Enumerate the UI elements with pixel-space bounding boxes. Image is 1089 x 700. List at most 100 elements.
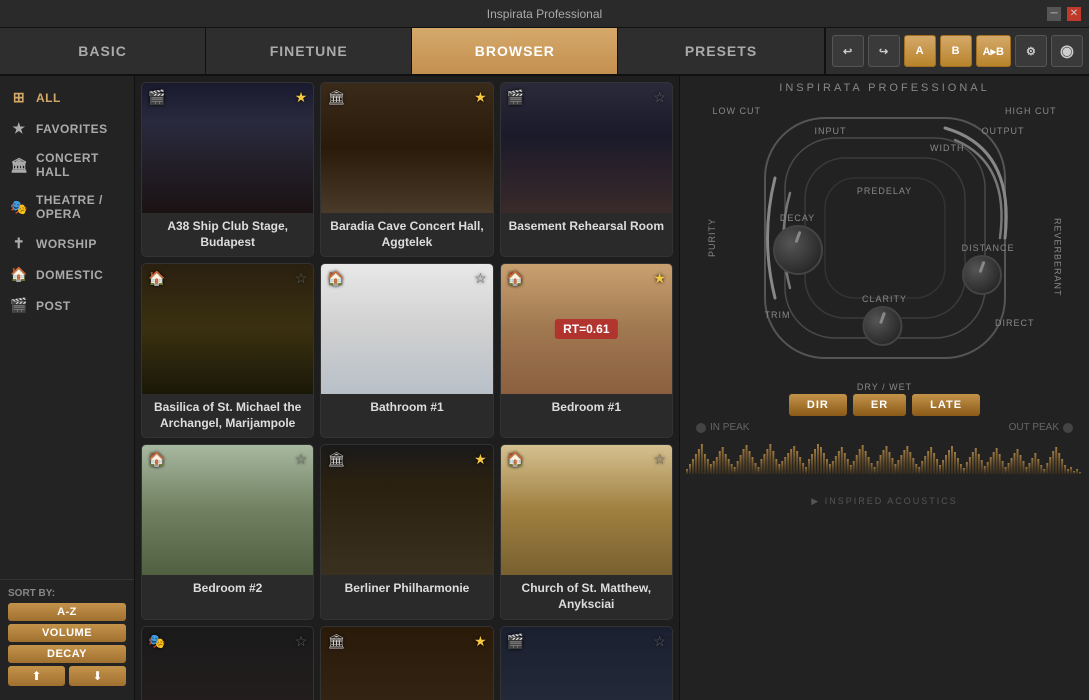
card-basilica-label: Basilica of St. Michael the Archangel, M… (142, 394, 313, 437)
card-basilica-image: 🏠 ☆ (142, 264, 313, 394)
card-bathroom[interactable]: 🏠 ☆ Bathroom #1 (320, 263, 493, 438)
card-bedroom1-favorite-icon[interactable]: ★ (653, 270, 666, 287)
tab-basic[interactable]: BASIC (0, 28, 206, 74)
card-bedroom1-image: 🏠 ★ RT=0.61 (501, 264, 672, 394)
tab-browser[interactable]: BROWSER (412, 28, 618, 74)
high-cut-label: HIGH CUT (1005, 106, 1057, 116)
distance-knob-area: DISTANCE (962, 243, 1015, 295)
card-bedroom1-label: Bedroom #1 (501, 394, 672, 422)
card-bottom3-favorite-icon[interactable]: ☆ (653, 633, 666, 650)
tab-bar: BASIC FINETUNE BROWSER PRESETS ↩ ↪ A B A… (0, 28, 1089, 76)
card-basement-type-icon: 🎬 (507, 89, 524, 106)
out-peak-label: OUT PEAK (1009, 422, 1073, 433)
a-button[interactable]: A (904, 35, 936, 67)
predelay-label: PREDELAY (857, 186, 912, 196)
close-button[interactable]: ✕ (1067, 7, 1081, 21)
sidebar-item-concert-hall[interactable]: 🏛 CONCERT HALL (0, 144, 134, 186)
late-button[interactable]: LATE (912, 394, 980, 416)
card-baradia-favorite-icon[interactable]: ★ (474, 89, 487, 106)
card-baradia-label: Baradia Cave Concert Hall, Aggtelek (321, 213, 492, 256)
settings-button[interactable]: ⚙ (1015, 35, 1047, 67)
card-a38[interactable]: 🎬 ★ A38 Ship Club Stage, Budapest (141, 82, 314, 257)
undo-button[interactable]: ↩ (832, 35, 864, 67)
card-basement-favorite-icon[interactable]: ☆ (653, 89, 666, 106)
card-bedroom2-type-icon: 🏠 (148, 451, 165, 468)
waveform-display (686, 439, 1083, 494)
monitor-button[interactable]: ◉ (1051, 35, 1083, 67)
purity-label: PURITY (707, 218, 717, 257)
sort-decay-button[interactable]: DECAY (8, 645, 126, 663)
card-bottom3[interactable]: 🎬 ☆ (500, 626, 673, 700)
er-button[interactable]: ER (853, 394, 906, 416)
card-basilica[interactable]: 🏠 ☆ Basilica of St. Michael the Archange… (141, 263, 314, 438)
card-bedroom2[interactable]: 🏠 ☆ Bedroom #2 (141, 444, 314, 619)
main-area: ⊞ ALL ★ FAVORITES 🏛 CONCERT HALL 🎭 THEAT… (0, 76, 1089, 700)
sort-label: SORT BY: (8, 588, 126, 599)
card-bathroom-label: Bathroom #1 (321, 394, 492, 422)
b-button[interactable]: B (940, 35, 972, 67)
sidebar-item-all[interactable]: ⊞ ALL (0, 82, 134, 113)
card-berliner-favorite-icon[interactable]: ★ (474, 451, 487, 468)
card-bathroom-favorite-icon[interactable]: ☆ (474, 270, 487, 287)
card-bedroom1-type-icon: 🏠 (507, 270, 524, 287)
card-basilica-favorite-icon[interactable]: ☆ (295, 270, 308, 287)
right-panel: INSPIRATA PROFESSIONAL LOW CUT HIGH CUT … (679, 76, 1089, 700)
card-bathroom-image: 🏠 ☆ (321, 264, 492, 394)
card-berliner-label: Berliner Philharmonie (321, 575, 492, 603)
card-berliner[interactable]: 🏛 ★ Berliner Philharmonie (320, 444, 493, 619)
sidebar-item-favorites[interactable]: ★ FAVORITES (0, 113, 134, 144)
card-berliner-image: 🏛 ★ (321, 445, 492, 575)
sort-az-button[interactable]: A-Z (8, 603, 126, 621)
distance-knob[interactable] (962, 255, 1002, 295)
card-bottom1-image: 🎭 ☆ (142, 627, 313, 700)
card-bathroom-type-icon: 🏠 (327, 270, 344, 287)
sidebar-item-theatre-opera[interactable]: 🎭 THEATRE / OPERA (0, 186, 134, 228)
card-grid: 🎬 ★ A38 Ship Club Stage, Budapest 🏛 ★ Ba… (141, 82, 673, 700)
card-basement[interactable]: 🎬 ☆ Basement Rehearsal Room (500, 82, 673, 257)
card-bottom2[interactable]: 🏛 ★ (320, 626, 493, 700)
card-church-favorite-icon[interactable]: ☆ (653, 451, 666, 468)
concert-hall-icon: 🏛 (10, 157, 28, 174)
in-peak-dot (696, 423, 706, 433)
dir-button[interactable]: DIR (789, 394, 847, 416)
distance-label: DISTANCE (962, 243, 1015, 253)
card-a38-favorite-icon[interactable]: ★ (295, 89, 308, 106)
clarity-knob-area: CLARITY (862, 294, 907, 346)
card-a38-label: A38 Ship Club Stage, Budapest (142, 213, 313, 256)
tab-presets[interactable]: PRESETS (618, 28, 824, 74)
card-bottom3-image: 🎬 ☆ (501, 627, 672, 700)
card-bedroom1[interactable]: 🏠 ★ RT=0.61 Bedroom #1 (500, 263, 673, 438)
sidebar: ⊞ ALL ★ FAVORITES 🏛 CONCERT HALL 🎭 THEAT… (0, 76, 135, 700)
sort-asc-button[interactable]: ⬆ (8, 666, 65, 686)
tab-finetune[interactable]: FINETUNE (206, 28, 412, 74)
all-icon: ⊞ (10, 89, 28, 106)
clarity-knob[interactable] (862, 306, 902, 346)
sidebar-item-post[interactable]: 🎬 POST (0, 290, 134, 321)
rt-badge: RT=0.61 (555, 319, 617, 339)
peak-row: IN PEAK OUT PEAK (686, 422, 1083, 433)
clarity-label: CLARITY (862, 294, 907, 304)
card-church[interactable]: 🏠 ☆ Church of St. Matthew, Anyksciai (500, 444, 673, 619)
redo-button[interactable]: ↪ (868, 35, 900, 67)
sidebar-item-domestic[interactable]: 🏠 DOMESTIC (0, 259, 134, 290)
sidebar-item-worship[interactable]: ✝ WORSHIP (0, 228, 134, 259)
dry-wet-label: DRY / WET (686, 382, 1083, 392)
card-bottom2-favorite-icon[interactable]: ★ (474, 633, 487, 650)
card-bottom1-type-icon: 🎭 (148, 633, 165, 650)
sort-volume-button[interactable]: VOLUME (8, 624, 126, 642)
panel-title: INSPIRATA PROFESSIONAL (779, 82, 989, 94)
title-bar: Inspirata Professional ─ ✕ (0, 0, 1089, 28)
card-bottom1[interactable]: 🎭 ☆ (141, 626, 314, 700)
card-baradia[interactable]: 🏛 ★ Baradia Cave Concert Hall, Aggtelek (320, 82, 493, 257)
output-label: OUTPUT (982, 126, 1025, 136)
post-icon: 🎬 (10, 297, 28, 314)
card-bottom1-favorite-icon[interactable]: ☆ (295, 633, 308, 650)
minimize-button[interactable]: ─ (1047, 7, 1061, 21)
sort-desc-button[interactable]: ⬇ (69, 666, 126, 686)
card-basilica-type-icon: 🏠 (148, 270, 165, 287)
decay-knob[interactable] (773, 225, 823, 275)
card-baradia-image: 🏛 ★ (321, 83, 492, 213)
reverb-visualizer: LOW CUT HIGH CUT INPUT OUTPUT WIDTH PURI… (705, 98, 1065, 378)
ab-button[interactable]: A▸B (976, 35, 1011, 67)
card-bedroom2-favorite-icon[interactable]: ☆ (295, 451, 308, 468)
